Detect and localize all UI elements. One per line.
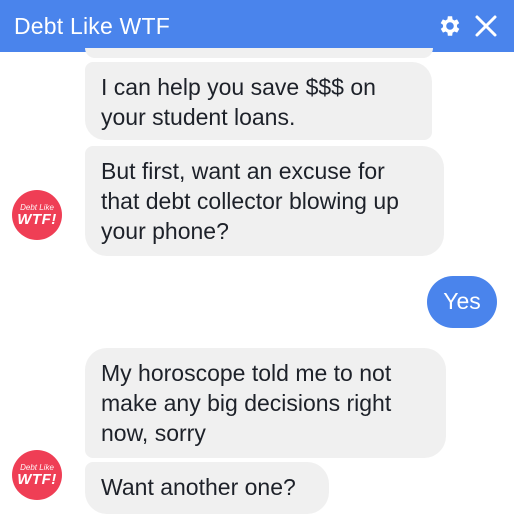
gear-icon[interactable] bbox=[432, 8, 468, 44]
avatar-brand-text: WTF! bbox=[17, 210, 57, 228]
message-text: Yes bbox=[443, 288, 481, 314]
chat-header: Debt Like WTF bbox=[0, 0, 514, 52]
bot-message: I can help you save $$$ on your student … bbox=[85, 62, 432, 140]
chat-window: Debt Like WTF I can help you save $$$ on… bbox=[0, 0, 514, 528]
avatar-brand-text: Debt Like bbox=[20, 462, 54, 472]
avatar-brand-text: WTF! bbox=[17, 470, 57, 488]
close-icon[interactable] bbox=[468, 8, 504, 44]
previous-message-edge bbox=[85, 48, 433, 58]
chat-title: Debt Like WTF bbox=[14, 12, 170, 39]
message-list[interactable]: I can help you save $$$ on your student … bbox=[0, 48, 514, 528]
bot-message: My horoscope told me to not make any big… bbox=[85, 348, 446, 458]
avatar-brand-text: Debt Like bbox=[20, 202, 54, 212]
message-text: But first, want an excuse for that debt … bbox=[101, 158, 399, 244]
message-text: My horoscope told me to not make any big… bbox=[101, 360, 392, 446]
bot-message: Want another one? bbox=[85, 462, 329, 514]
message-text: I can help you save $$$ on your student … bbox=[101, 74, 376, 130]
bot-message: But first, want an excuse for that debt … bbox=[85, 146, 444, 256]
bot-avatar: Debt Like WTF! bbox=[12, 190, 62, 240]
header-actions bbox=[432, 0, 504, 52]
bot-avatar: Debt Like WTF! bbox=[12, 450, 62, 500]
user-message: Yes bbox=[427, 276, 497, 328]
message-text: Want another one? bbox=[101, 474, 296, 500]
